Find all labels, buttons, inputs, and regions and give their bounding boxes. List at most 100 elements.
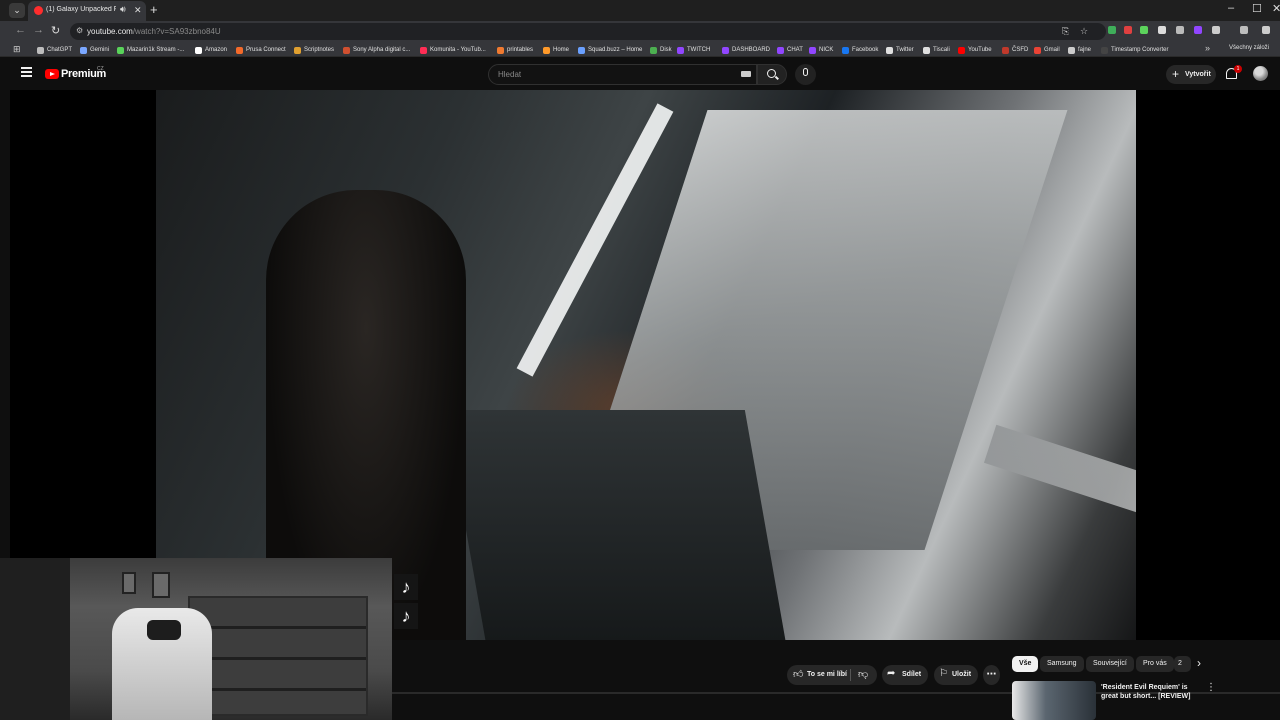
bookmark-item[interactable]: ČSFD [1002, 45, 1028, 55]
create-label: Vytvořit [1185, 71, 1211, 78]
bookmark-item[interactable]: TWITCH [677, 45, 710, 55]
bookmark-favicon-icon [80, 46, 87, 54]
browser-tab-active[interactable]: (1) Galaxy Unpacked Febru... 🔊︎ ✕ [28, 1, 146, 21]
reload-icon[interactable]: ↻ [51, 24, 60, 37]
chip-all[interactable]: Vše [1012, 656, 1039, 672]
bookmark-item[interactable]: Tiscali [923, 45, 950, 55]
browser-toolbar: ← → ↻ ⚙︎ youtube.com/watch?v=SA93zbno84U… [0, 21, 1280, 42]
bookmark-label: Home [553, 47, 570, 53]
extension-icon[interactable] [1176, 26, 1184, 34]
close-window-button[interactable]: ✕ [1272, 2, 1280, 15]
bookmark-item[interactable]: Twitter [886, 45, 914, 55]
bookmark-label: ČSFD [1012, 47, 1029, 53]
bookmark-label: Komunita - YouTub... [430, 47, 486, 53]
bookmark-favicon-icon [37, 46, 44, 54]
bookmark-item[interactable]: Komunita - YouTub... [420, 45, 486, 55]
tab-search-button[interactable]: ⌄ [9, 3, 25, 18]
bookmark-item[interactable]: Gemini [80, 45, 109, 55]
bookmark-item[interactable]: Prusa Connect [236, 45, 286, 55]
bookmark-item[interactable]: Home [543, 45, 569, 55]
bookmark-label: Tiscali [933, 47, 950, 53]
bookmark-favicon-icon [420, 46, 427, 54]
bookmark-favicon-icon [809, 46, 816, 54]
chevron-right-icon[interactable]: › [1197, 656, 1201, 670]
bookmark-label: Gemini [90, 47, 110, 53]
address-bar[interactable]: ⚙︎ youtube.com/watch?v=SA93zbno84U ⎘ ☆ [70, 23, 1106, 40]
chip-for-you[interactable]: Pro vás [1136, 656, 1174, 672]
more-actions-button[interactable]: ⋯ [983, 665, 1000, 685]
share-button[interactable]: ➦ Sdílet [882, 665, 928, 685]
site-info-icon[interactable]: ⚙︎ [76, 26, 83, 35]
extension-icon[interactable] [1124, 26, 1132, 34]
bookmark-item[interactable]: fajne [1068, 45, 1091, 55]
bookmark-item[interactable]: Disk [650, 45, 672, 55]
save-button[interactable]: ⚐ Uložit [934, 665, 978, 685]
more-bookmarks-chevron-icon[interactable]: » [1205, 43, 1210, 53]
chip-more[interactable]: 2 [1174, 656, 1191, 672]
bookmark-item[interactable]: Sony Alpha digital c... [343, 45, 410, 55]
wall-picture-frame [152, 572, 170, 598]
thumbs-down-icon[interactable]: 👎︎ [858, 668, 868, 680]
forward-arrow-icon[interactable]: → [33, 24, 44, 36]
bookmark-favicon-icon [722, 46, 729, 54]
guide-menu-icon[interactable] [21, 67, 32, 77]
share-arrow-icon: ➦ [887, 668, 896, 679]
bookmark-item[interactable]: Scriptnotes [294, 45, 334, 55]
bookmark-label: Prusa Connect [246, 47, 286, 53]
bookmark-star-icon[interactable]: ☆ [1080, 26, 1088, 37]
apps-grid-icon[interactable]: ⊞ [13, 44, 21, 55]
extension-icon[interactable] [1158, 26, 1166, 34]
recommendation-thumbnail[interactable] [1012, 681, 1096, 720]
bookmark-item[interactable]: Squad.buzz – Home [578, 45, 642, 55]
back-arrow-icon[interactable]: ← [15, 24, 26, 36]
create-button[interactable]: + Vytvořit [1166, 65, 1216, 84]
search-input[interactable]: Hledat [488, 64, 757, 85]
search-button[interactable] [757, 64, 787, 85]
bookmark-favicon-icon [958, 46, 965, 54]
bookmark-favicon-icon [543, 46, 550, 54]
bookmark-item[interactable]: CHAT [777, 45, 803, 55]
chip-samsung[interactable]: Samsung [1040, 656, 1084, 672]
bookmark-item[interactable]: printables [497, 45, 533, 55]
minimize-button[interactable]: – [1228, 2, 1234, 14]
speaker-icon[interactable]: 🔊︎ [120, 4, 126, 15]
chip-related[interactable]: Související [1086, 656, 1134, 672]
like-button[interactable]: To se mi líbí [807, 671, 847, 678]
bookmark-label: Mazarin1k Stream -... [127, 47, 185, 53]
bookmark-item[interactable]: YouTube [958, 45, 992, 55]
browser-menu-icon[interactable] [1262, 26, 1270, 34]
like-dislike-group: 👍︎ To se mi líbí 👎︎ [787, 665, 877, 685]
extension-icon[interactable] [1140, 26, 1148, 34]
bookmark-item[interactable]: Facebook [842, 45, 878, 55]
recommendation-title[interactable]: 'Resident Evil Requiem' is great but sho… [1101, 683, 1203, 701]
bookmark-favicon-icon [650, 46, 657, 54]
extensions-puzzle-icon[interactable] [1212, 26, 1220, 34]
thumbs-up-icon[interactable]: 👍︎ [793, 668, 803, 680]
maximize-button[interactable]: ☐ [1252, 2, 1262, 15]
extension-icon[interactable] [1108, 26, 1116, 34]
url-host: youtube.com [87, 27, 133, 36]
bookmark-item[interactable]: Timestamp Converter [1101, 45, 1168, 55]
bookmark-item[interactable]: ChatGPT [37, 45, 72, 55]
close-tab-icon[interactable]: ✕ [134, 5, 142, 16]
bookmark-item[interactable]: Amazon [195, 45, 227, 55]
all-bookmarks-folder[interactable]: Všechny záloži [1229, 45, 1269, 51]
twitch-extension-icon[interactable] [1194, 26, 1202, 34]
like-divider [850, 669, 851, 681]
youtube-logo-icon[interactable] [45, 69, 59, 79]
new-tab-button[interactable]: + [150, 2, 158, 17]
install-app-icon[interactable]: ⎘ [1062, 26, 1069, 37]
keyboard-icon[interactable] [741, 71, 751, 77]
youtube-favicon-icon [34, 6, 43, 15]
bookmark-item[interactable]: Mazarin1k Stream -... [117, 45, 184, 55]
account-avatar[interactable] [1253, 66, 1268, 81]
profile-icon[interactable] [1240, 26, 1248, 34]
bookmark-favicon-icon [195, 46, 202, 54]
recommendation-menu-icon[interactable]: ⋮ [1206, 682, 1216, 693]
url-text[interactable]: youtube.com/watch?v=SA93zbno84U [87, 27, 221, 36]
bookmark-item[interactable]: Gmail [1034, 45, 1060, 55]
bookmark-item[interactable]: DASHBOARD [722, 45, 770, 55]
bookmark-item[interactable]: NICK [809, 45, 833, 55]
voice-search-button[interactable] [795, 64, 816, 85]
bookmark-favicon-icon [1002, 46, 1009, 54]
